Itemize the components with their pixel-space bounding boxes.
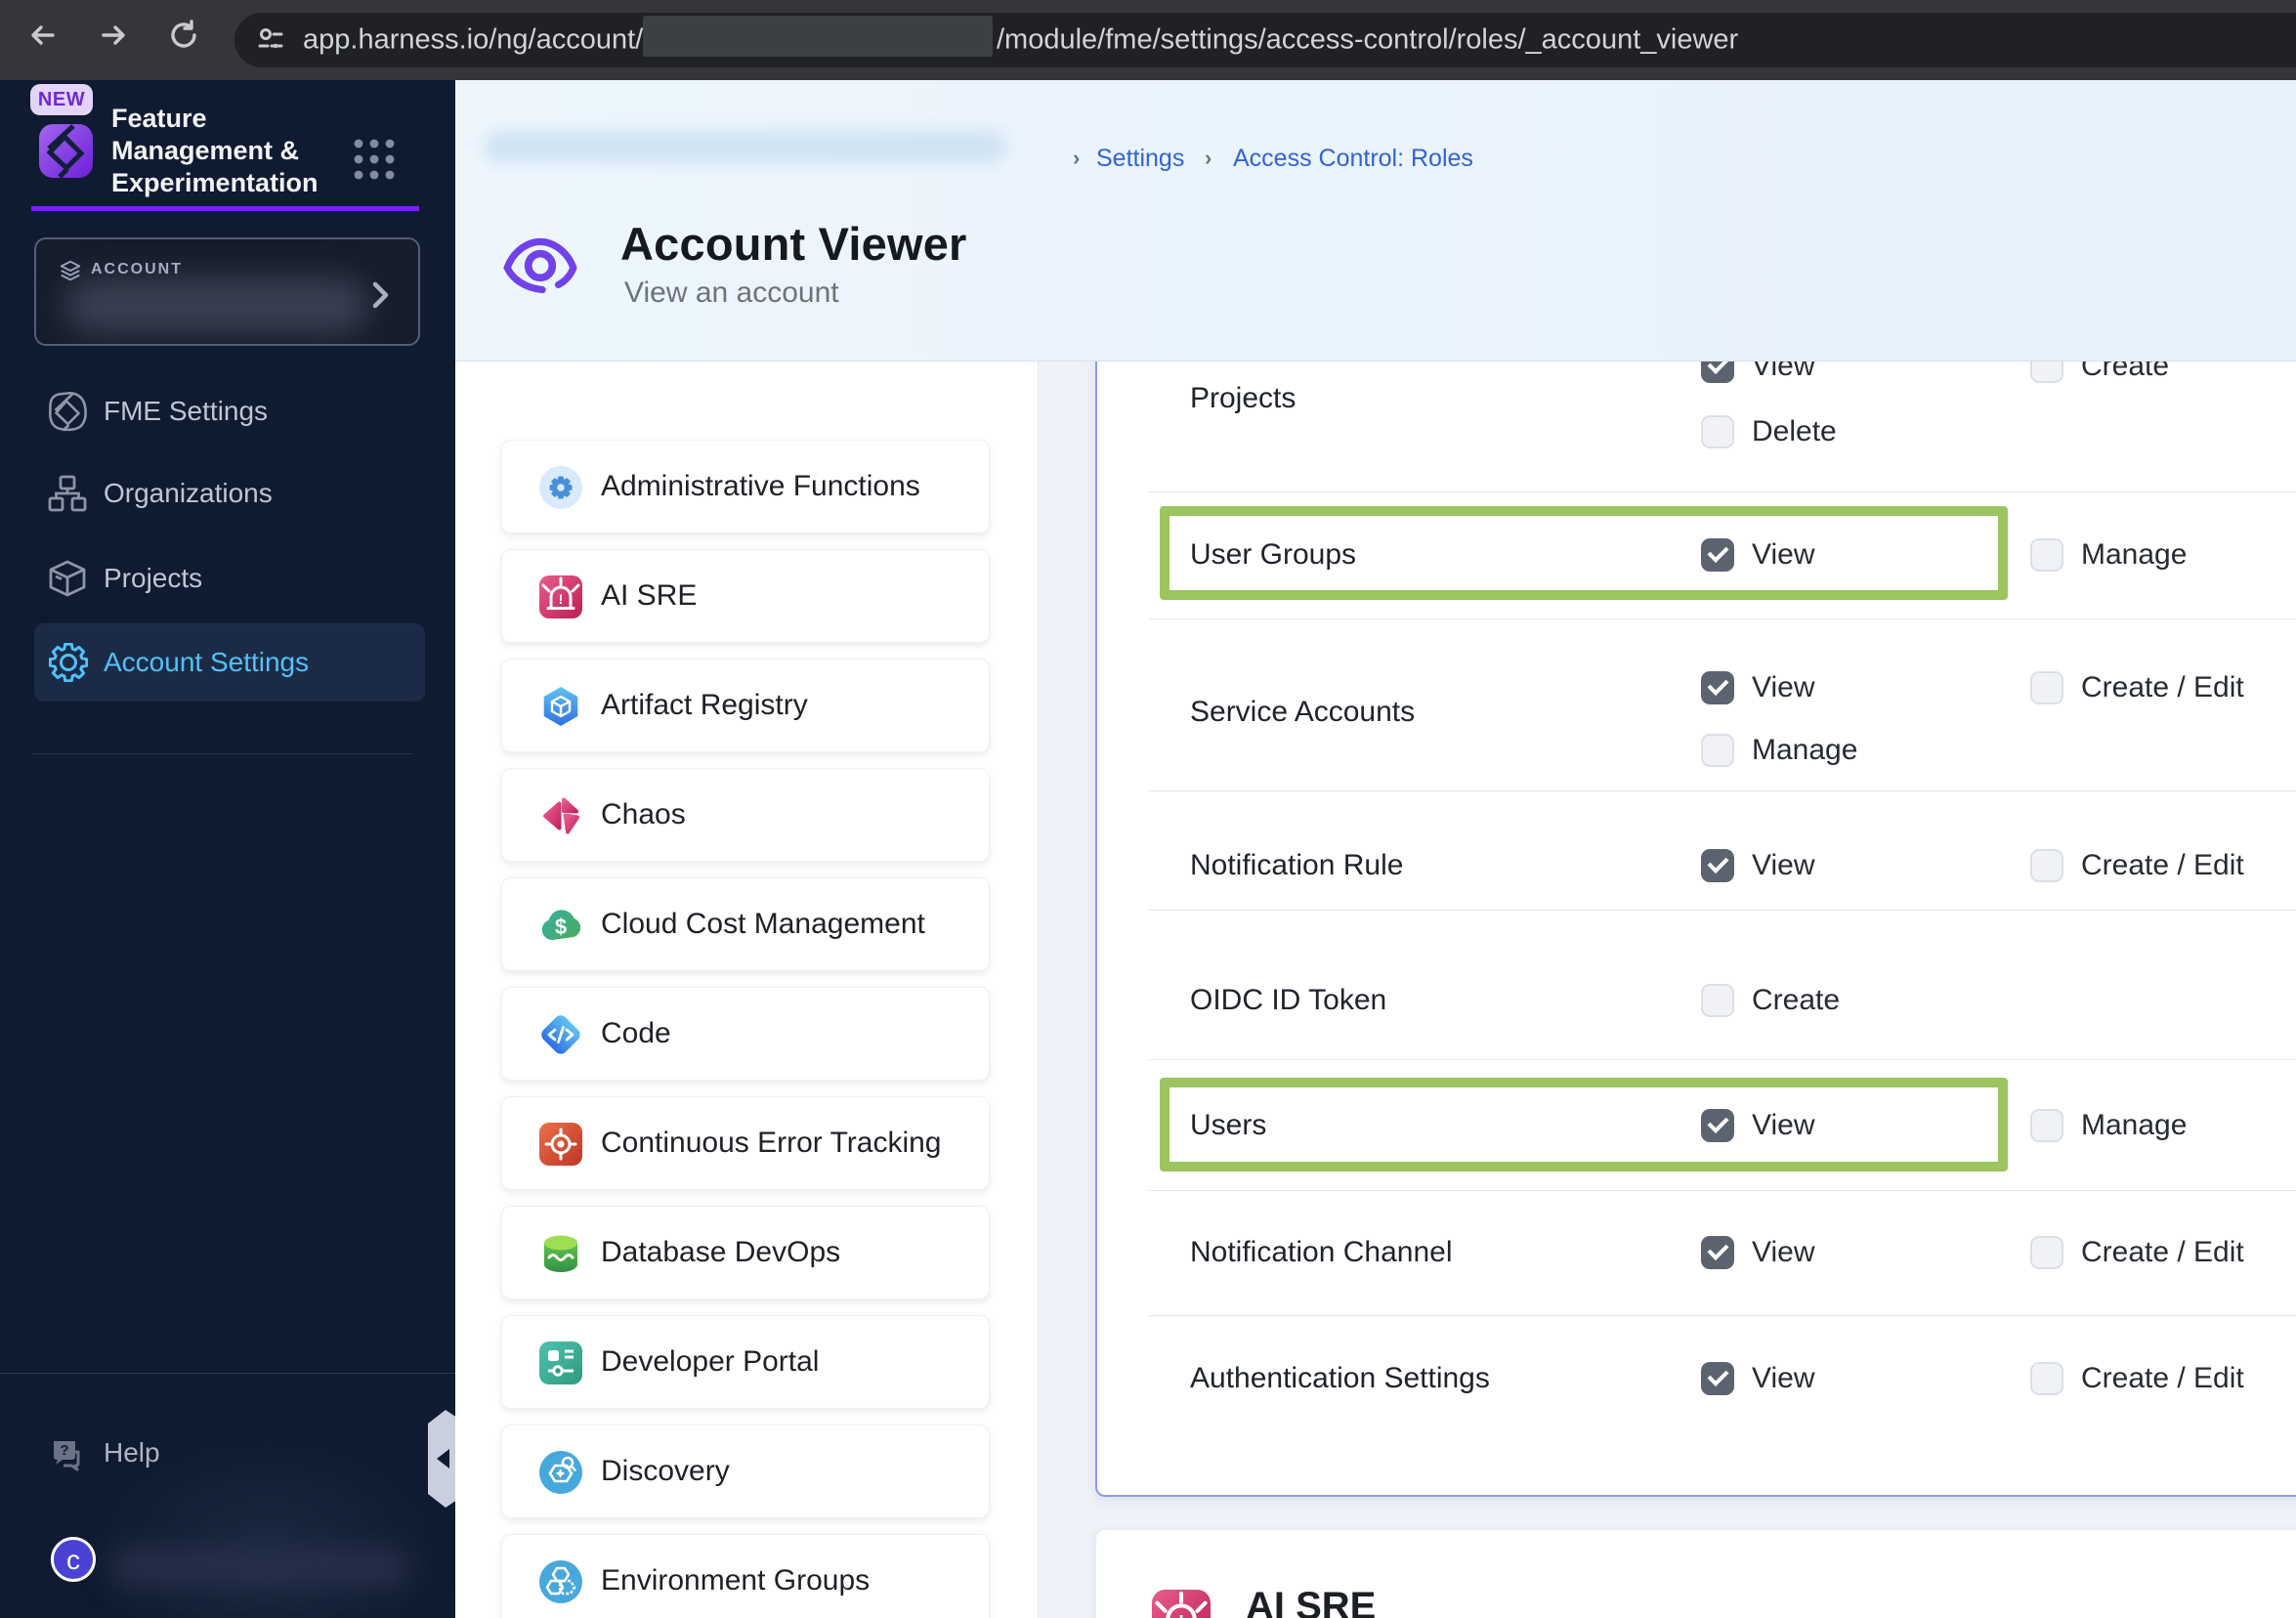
svg-text:?: ? bbox=[60, 1442, 68, 1459]
svg-text:!: ! bbox=[559, 591, 564, 607]
svg-text:!: ! bbox=[1178, 1613, 1184, 1618]
svg-text:$: $ bbox=[555, 915, 567, 939]
